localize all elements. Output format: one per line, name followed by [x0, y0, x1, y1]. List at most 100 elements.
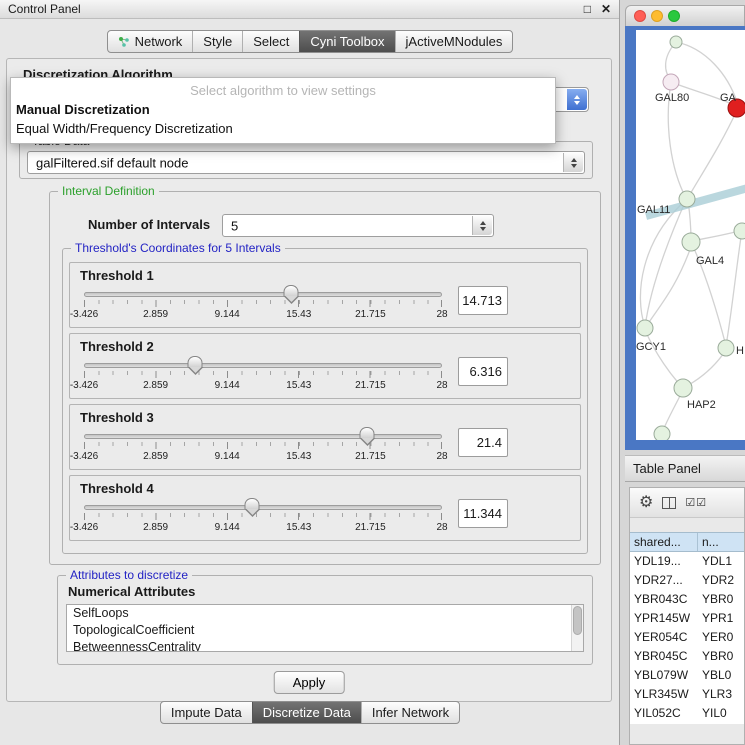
threshold-3-value-field[interactable]: 21.4 [458, 428, 508, 457]
scale-label: 15.43 [286, 309, 311, 320]
threshold-4-slider[interactable]: -3.426 2.859 9.144 15.43 21.715 28 [84, 499, 442, 537]
select-all-checkboxes-icon[interactable]: ☑☑ [685, 496, 707, 509]
scale-label: 21.715 [355, 380, 386, 391]
table-row[interactable]: YER054C YER0 [630, 628, 744, 647]
minimize-traffic-light-icon[interactable] [651, 10, 663, 22]
network-icon [118, 36, 130, 48]
arrow-up-icon [480, 221, 486, 225]
scale-label: 9.144 [215, 309, 240, 320]
tab-network[interactable]: Network [108, 31, 193, 52]
node[interactable] [734, 223, 745, 239]
combo-stepper-icon[interactable] [472, 216, 492, 235]
node-label-gcy1: GCY1 [636, 341, 666, 353]
cell: YLR345W [630, 685, 698, 704]
columns-icon[interactable] [662, 497, 676, 509]
table-row[interactable]: YLR345W YLR3 [630, 685, 744, 704]
threshold-1-value-field[interactable]: 14.713 [458, 286, 508, 315]
menu-item-manual-discretization[interactable]: Manual Discretization [11, 100, 555, 119]
tab-select[interactable]: Select [242, 31, 299, 52]
scale-label: 2.859 [143, 380, 168, 391]
algorithm-placeholder: Select algorithm to view settings [11, 78, 555, 100]
number-of-intervals-combobox[interactable]: 5 [222, 214, 494, 237]
zoom-traffic-light-icon[interactable] [668, 10, 680, 22]
node-gcy1[interactable] [637, 320, 653, 336]
table-row[interactable]: YPR145W YPR1 [630, 609, 744, 628]
tab-jactivemnodules-label: jActiveMNodules [406, 34, 503, 49]
tab-infer-network-label: Infer Network [372, 705, 449, 720]
numerical-attributes-list[interactable]: SelfLoops TopologicalCoefficient Between… [66, 604, 584, 652]
column-header-shared-name[interactable]: shared... [630, 533, 698, 551]
list-scrollbar[interactable] [571, 605, 583, 651]
threshold-4-value-field[interactable]: 11.344 [458, 499, 508, 528]
arrow-down-icon [571, 164, 577, 168]
node-hap2[interactable] [674, 379, 692, 397]
slider-handle[interactable] [245, 498, 260, 509]
tab-select-label: Select [253, 34, 289, 49]
apply-button[interactable]: Apply [274, 671, 345, 694]
threshold-2-value-field[interactable]: 6.316 [458, 357, 508, 386]
table-body: YDL19... YDL1 YDR27... YDR2 YBR043C YBR0… [630, 552, 744, 724]
cell: YBR0 [698, 590, 744, 609]
list-item[interactable]: SelfLoops [67, 605, 583, 622]
node-gal80[interactable] [663, 74, 679, 90]
tab-impute-data-label: Impute Data [171, 705, 242, 720]
threshold-2-label: Threshold 2 [80, 339, 572, 354]
node-gal4[interactable] [682, 233, 700, 251]
node[interactable] [670, 36, 682, 48]
tab-impute-data[interactable]: Impute Data [161, 702, 252, 723]
arrow-down-icon [480, 227, 486, 231]
number-of-intervals-label: Number of Intervals [88, 217, 210, 232]
slider-handle[interactable] [359, 427, 374, 438]
close-icon[interactable]: ✕ [601, 2, 611, 16]
table-row[interactable]: YBL079W YBL0 [630, 666, 744, 685]
network-canvas[interactable]: GAL80 GA GAL11 GAL4 GCY1 H HAP2 [636, 30, 745, 440]
tab-jactivemnodules[interactable]: jActiveMNodules [395, 31, 513, 52]
scrollbar-thumb[interactable] [573, 606, 582, 635]
list-item[interactable]: BetweennessCentrality [67, 639, 583, 652]
slider-scale: -3.426 2.859 9.144 15.43 21.715 28 [84, 380, 442, 392]
node-gal11[interactable] [679, 191, 695, 207]
slider-handle[interactable] [283, 285, 298, 296]
slider-track[interactable] [84, 292, 442, 297]
table-row[interactable]: YIL052C YIL0 [630, 704, 744, 723]
control-panel-titlebar[interactable]: Control Panel □ ✕ [0, 0, 619, 19]
combo-stepper-icon[interactable] [563, 153, 583, 172]
gear-icon[interactable]: ⚙ [639, 495, 653, 511]
slider-track[interactable] [84, 434, 442, 439]
tab-style[interactable]: Style [192, 31, 242, 52]
table-row[interactable]: YBR045C YBR0 [630, 647, 744, 666]
tab-infer-network[interactable]: Infer Network [361, 702, 459, 723]
table-panel-header[interactable]: Table Panel [625, 455, 745, 482]
slider-major-ticks [84, 300, 442, 307]
combo-stepper-icon[interactable] [567, 89, 587, 110]
scale-label: 28 [436, 451, 447, 462]
list-item[interactable]: TopologicalCoefficient [67, 622, 583, 639]
tab-discretize-data[interactable]: Discretize Data [252, 702, 361, 723]
table-row[interactable]: YDL19... YDL1 [630, 552, 744, 571]
node-label-ga: GA [720, 92, 737, 104]
tab-cyni-toolbox[interactable]: Cyni Toolbox [299, 31, 394, 52]
table-row[interactable]: YBR043C YBR0 [630, 590, 744, 609]
interval-definition-group: Interval Definition Number of Intervals … [49, 191, 601, 565]
slider-track[interactable] [84, 505, 442, 510]
close-traffic-light-icon[interactable] [634, 10, 646, 22]
thresholds-group: Threshold's Coordinates for 5 Intervals … [62, 248, 588, 554]
slider-major-ticks [84, 371, 442, 378]
cell: YDR27... [630, 571, 698, 590]
menu-item-equal-width-frequency-discretization[interactable]: Equal Width/Frequency Discretization [11, 119, 555, 138]
threshold-3-slider[interactable]: -3.426 2.859 9.144 15.43 21.715 28 [84, 428, 442, 466]
scale-label: 28 [436, 380, 447, 391]
table-data-combobox[interactable]: galFiltered.sif default node [27, 151, 585, 174]
network-window-titlebar[interactable] [625, 5, 745, 26]
float-window-icon[interactable]: □ [584, 2, 591, 16]
column-header-name[interactable]: n... [698, 533, 744, 551]
table-header-row: shared... n... [630, 532, 744, 552]
node[interactable] [718, 340, 734, 356]
threshold-2-slider[interactable]: -3.426 2.859 9.144 15.43 21.715 28 [84, 357, 442, 395]
cell: YDL1 [698, 552, 744, 571]
threshold-1-slider[interactable]: -3.426 2.859 9.144 15.43 21.715 28 [84, 286, 442, 324]
slider-handle[interactable] [187, 356, 202, 367]
table-row[interactable]: YDR27... YDR2 [630, 571, 744, 590]
slider-track[interactable] [84, 363, 442, 368]
node[interactable] [654, 426, 670, 440]
